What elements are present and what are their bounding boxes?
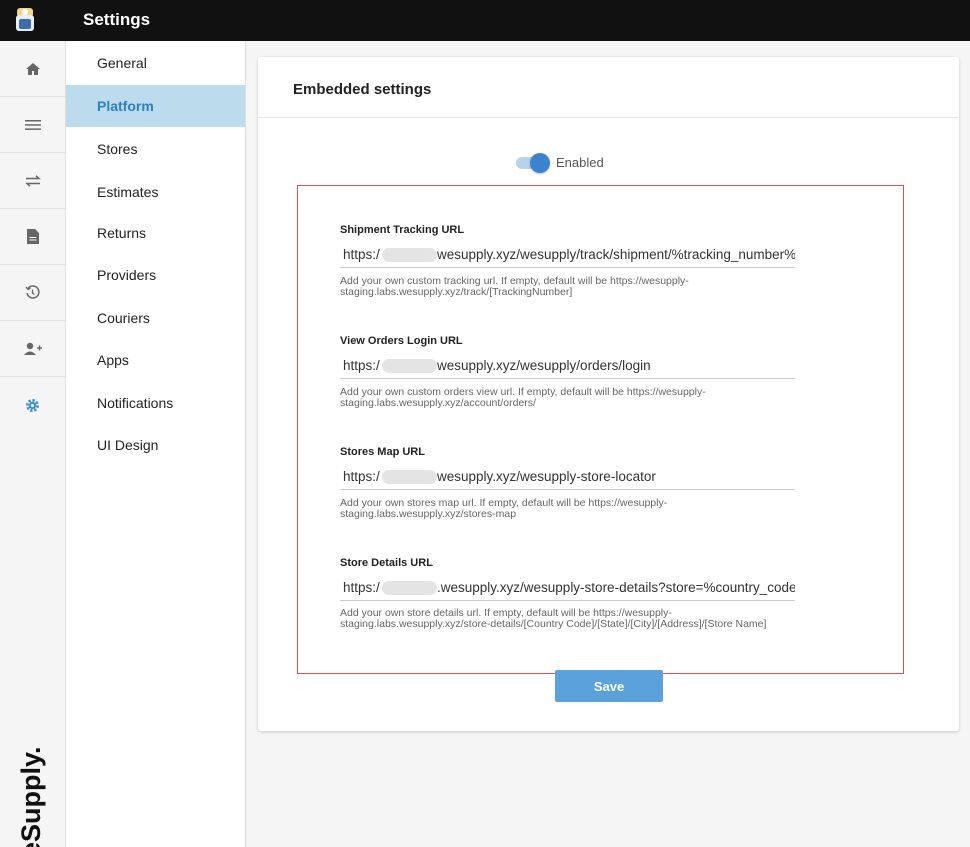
embedded-settings-card: Embedded settings Enabled Shipment Track… — [258, 57, 959, 731]
input-value: wesupply.xyz/wesupply-store-locator — [437, 469, 656, 484]
field-help-stores-map: Add your own stores map url. If empty, d… — [340, 497, 668, 520]
nav-documents[interactable] — [0, 209, 65, 265]
toggle-knob — [530, 153, 550, 173]
submenu-item-platform[interactable]: Platform — [66, 85, 245, 127]
enabled-toggle[interactable] — [516, 153, 552, 173]
document-icon — [26, 229, 39, 244]
submenu-item-providers[interactable]: Providers — [66, 254, 245, 296]
toggle-label: Enabled — [556, 155, 604, 170]
nav-history[interactable] — [0, 265, 65, 321]
page-title: Settings — [83, 10, 151, 29]
submenu-item-stores[interactable]: Stores — [66, 128, 245, 170]
svg-text:WeSupply.: WeSupply. — [16, 746, 46, 847]
input-value: wesupply.xyz/wesupply/track/shipment/%tr… — [437, 247, 795, 262]
field-label-view-orders: View Orders Login URL — [340, 335, 463, 347]
field-help-view-orders: Add your own custom orders view url. If … — [340, 386, 706, 409]
card-header: Embedded settings — [258, 57, 959, 118]
save-button[interactable]: Save — [555, 670, 663, 702]
field-label-stores-map: Stores Map URL — [340, 446, 425, 458]
input-value: wesupply.xyz/wesupply/orders/login — [437, 358, 651, 373]
transfer-icon — [24, 174, 41, 187]
submenu-item-couriers[interactable]: Couriers — [66, 297, 245, 339]
nav-home[interactable] — [0, 41, 65, 97]
redacted-blur — [382, 470, 437, 484]
submenu-item-returns[interactable]: Returns — [66, 212, 245, 254]
submenu-item-apps[interactable]: Apps — [66, 339, 245, 381]
wesupply-logo: WeSupply. — [10, 734, 50, 847]
top-bar: Settings — [0, 0, 970, 41]
settings-submenu: General Platform Stores Estimates Return… — [66, 41, 246, 847]
input-value-prefix: https:/ — [343, 580, 380, 595]
store-details-url-input[interactable]: https:/ .wesupply.xyz/wesupply-store-det… — [340, 577, 795, 601]
app-logo-icon[interactable] — [14, 7, 36, 35]
redacted-blur — [382, 359, 437, 373]
field-help-shipment-tracking: Add your own custom tracking url. If emp… — [340, 275, 689, 298]
submenu-item-estimates[interactable]: Estimates — [66, 171, 245, 213]
input-value-prefix: https:/ — [343, 247, 380, 262]
list-icon — [24, 119, 41, 130]
add-user-icon — [23, 342, 42, 355]
input-value-prefix: https:/ — [343, 469, 380, 484]
input-value-prefix: https:/ — [343, 358, 380, 373]
history-icon — [25, 285, 40, 299]
submenu-item-general[interactable]: General — [66, 42, 245, 84]
shipment-tracking-url-input[interactable]: https:/ wesupply.xyz/wesupply/track/ship… — [340, 244, 795, 268]
gear-icon — [26, 398, 39, 412]
submenu-item-ui-design[interactable]: UI Design — [66, 424, 245, 466]
view-orders-login-url-input[interactable]: https:/ wesupply.xyz/wesupply/orders/log… — [340, 355, 795, 379]
redacted-blur — [382, 248, 437, 262]
field-help-store-details: Add your own store details url. If empty… — [340, 607, 767, 630]
card-title: Embedded settings — [293, 81, 432, 98]
nav-transfer[interactable] — [0, 153, 65, 209]
nav-settings[interactable] — [0, 377, 65, 433]
icon-sidebar: WeSupply. — [0, 41, 66, 847]
home-icon — [25, 62, 40, 75]
stores-map-url-input[interactable]: https:/ wesupply.xyz/wesupply-store-loca… — [340, 466, 795, 490]
field-label-shipment-tracking: Shipment Tracking URL — [340, 224, 465, 236]
field-label-store-details: Store Details URL — [340, 557, 433, 569]
input-value: .wesupply.xyz/wesupply-store-details?sto… — [437, 580, 795, 595]
nav-add-user[interactable] — [0, 321, 65, 377]
redacted-blur — [382, 581, 437, 595]
nav-list[interactable] — [0, 97, 65, 153]
submenu-item-notifications[interactable]: Notifications — [66, 382, 245, 424]
